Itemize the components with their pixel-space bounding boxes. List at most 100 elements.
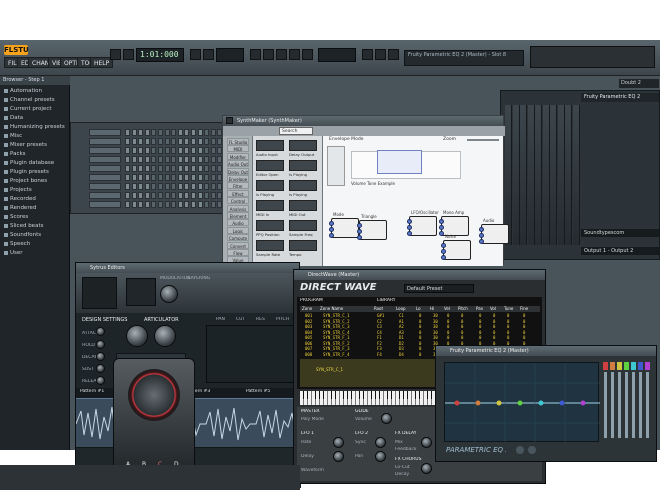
- filter-knob[interactable]: [154, 325, 176, 347]
- node-port[interactable]: [439, 225, 444, 230]
- play-button[interactable]: [110, 49, 121, 60]
- step-button[interactable]: [197, 183, 203, 190]
- browser-item[interactable]: Plugin database: [3, 159, 69, 167]
- synthmaker-category[interactable]: Audio: [227, 219, 249, 227]
- mixer-channel[interactable]: [512, 105, 520, 245]
- step-button[interactable]: [138, 147, 144, 154]
- step-button[interactable]: [191, 156, 196, 163]
- synthmaker-category[interactable]: Analysis: [227, 204, 249, 212]
- mixer-channel[interactable]: [520, 105, 527, 245]
- synth-node[interactable]: Triangle: [357, 214, 387, 240]
- mixer-channel[interactable]: [550, 105, 557, 245]
- hold-knob[interactable]: [96, 340, 105, 349]
- step-button[interactable]: [144, 129, 150, 136]
- eq-band-handle[interactable]: [631, 362, 636, 370]
- program-tab[interactable]: PROGRAM: [300, 298, 330, 304]
- eq-band-handle[interactable]: [617, 362, 622, 370]
- synthmaker-category[interactable]: Filter: [227, 182, 249, 190]
- step-button[interactable]: [210, 156, 216, 163]
- eq-band-fader[interactable]: [604, 372, 607, 438]
- step-button[interactable]: [158, 201, 163, 208]
- pattern-song-toggle[interactable]: [203, 49, 214, 60]
- step-button[interactable]: [184, 129, 190, 136]
- step-button[interactable]: [125, 192, 130, 199]
- node-port[interactable]: [407, 231, 412, 236]
- component-icon[interactable]: [256, 240, 284, 251]
- component-icon[interactable]: [256, 140, 284, 151]
- step-button[interactable]: [131, 129, 137, 136]
- eq-option-button[interactable]: [528, 446, 536, 454]
- pattern-label[interactable]: Pattern #5: [246, 389, 286, 397]
- node-port[interactable]: [439, 231, 444, 236]
- step-button[interactable]: [131, 165, 137, 172]
- eq-band-handle[interactable]: [610, 362, 615, 370]
- component-icon[interactable]: [289, 140, 317, 151]
- step-button[interactable]: [171, 165, 177, 172]
- step-button[interactable]: [151, 183, 157, 190]
- step-button[interactable]: [125, 174, 130, 181]
- step-button[interactable]: [138, 192, 144, 199]
- step-button[interactable]: [164, 147, 170, 154]
- step-button[interactable]: [144, 192, 150, 199]
- step-button[interactable]: [131, 138, 137, 145]
- release-knob[interactable]: [96, 376, 105, 385]
- step-button[interactable]: [125, 138, 130, 145]
- eq-band-fader[interactable]: [632, 372, 635, 438]
- eq-band-node[interactable]: [559, 400, 565, 406]
- step-button[interactable]: [164, 201, 170, 208]
- step-button[interactable]: [158, 129, 163, 136]
- eq-band-fader[interactable]: [618, 372, 621, 438]
- step-button[interactable]: [125, 201, 130, 208]
- synthmaker-category[interactable]: MIDI: [227, 145, 249, 153]
- step-button[interactable]: [125, 165, 130, 172]
- step-button[interactable]: [164, 183, 170, 190]
- step-button[interactable]: [204, 156, 210, 163]
- step-button[interactable]: [144, 183, 150, 190]
- synth-node[interactable]: Mode: [329, 212, 359, 238]
- step-button[interactable]: [171, 192, 177, 199]
- step-button[interactable]: [184, 138, 190, 145]
- node-port[interactable]: [439, 219, 444, 224]
- metronome-button[interactable]: [263, 49, 274, 60]
- component-icon[interactable]: [256, 200, 284, 211]
- browser-item[interactable]: Plugin presets: [3, 168, 69, 176]
- eq-band-handle[interactable]: [624, 362, 629, 370]
- mixer-channel[interactable]: [572, 105, 580, 245]
- step-button[interactable]: [125, 129, 130, 136]
- step-button[interactable]: [177, 147, 183, 154]
- pan-tab[interactable]: PAN: [216, 317, 236, 324]
- step-button[interactable]: [210, 201, 216, 208]
- snap-button[interactable]: [250, 49, 261, 60]
- step-button[interactable]: [144, 156, 150, 163]
- step-button[interactable]: [197, 147, 203, 154]
- browser-item[interactable]: Projects: [3, 186, 69, 194]
- step-button[interactable]: [204, 174, 210, 181]
- mixer-button[interactable]: [375, 49, 386, 60]
- library-tab[interactable]: LIBRARY: [377, 298, 407, 304]
- node-port[interactable]: [407, 225, 412, 230]
- component-icon[interactable]: [289, 240, 317, 251]
- step-button[interactable]: [158, 156, 163, 163]
- step-button[interactable]: [204, 183, 210, 190]
- mix-knob[interactable]: [421, 437, 432, 448]
- step-button[interactable]: [191, 174, 196, 181]
- step-button[interactable]: [164, 192, 170, 199]
- step-button[interactable]: [191, 129, 196, 136]
- step-button[interactable]: [184, 174, 190, 181]
- step-button[interactable]: [210, 192, 216, 199]
- step-button[interactable]: [158, 192, 163, 199]
- node-port[interactable]: [329, 233, 334, 238]
- delay-knob[interactable]: [333, 451, 344, 462]
- step-button[interactable]: [197, 174, 203, 181]
- step-button[interactable]: [191, 147, 196, 154]
- search-input[interactable]: Search: [279, 127, 313, 135]
- synthmaker-category[interactable]: FL Studio: [227, 138, 249, 145]
- res-tab[interactable]: RES: [256, 317, 276, 324]
- volume-knob[interactable]: [381, 413, 392, 424]
- eq-band-fader[interactable]: [625, 372, 628, 438]
- step-button[interactable]: [204, 147, 210, 154]
- browser-item[interactable]: User: [3, 249, 69, 257]
- jog-wheel[interactable]: [128, 369, 180, 421]
- synthmaker-category[interactable]: Modifier: [227, 152, 249, 160]
- mixer-channel[interactable]: [535, 105, 542, 245]
